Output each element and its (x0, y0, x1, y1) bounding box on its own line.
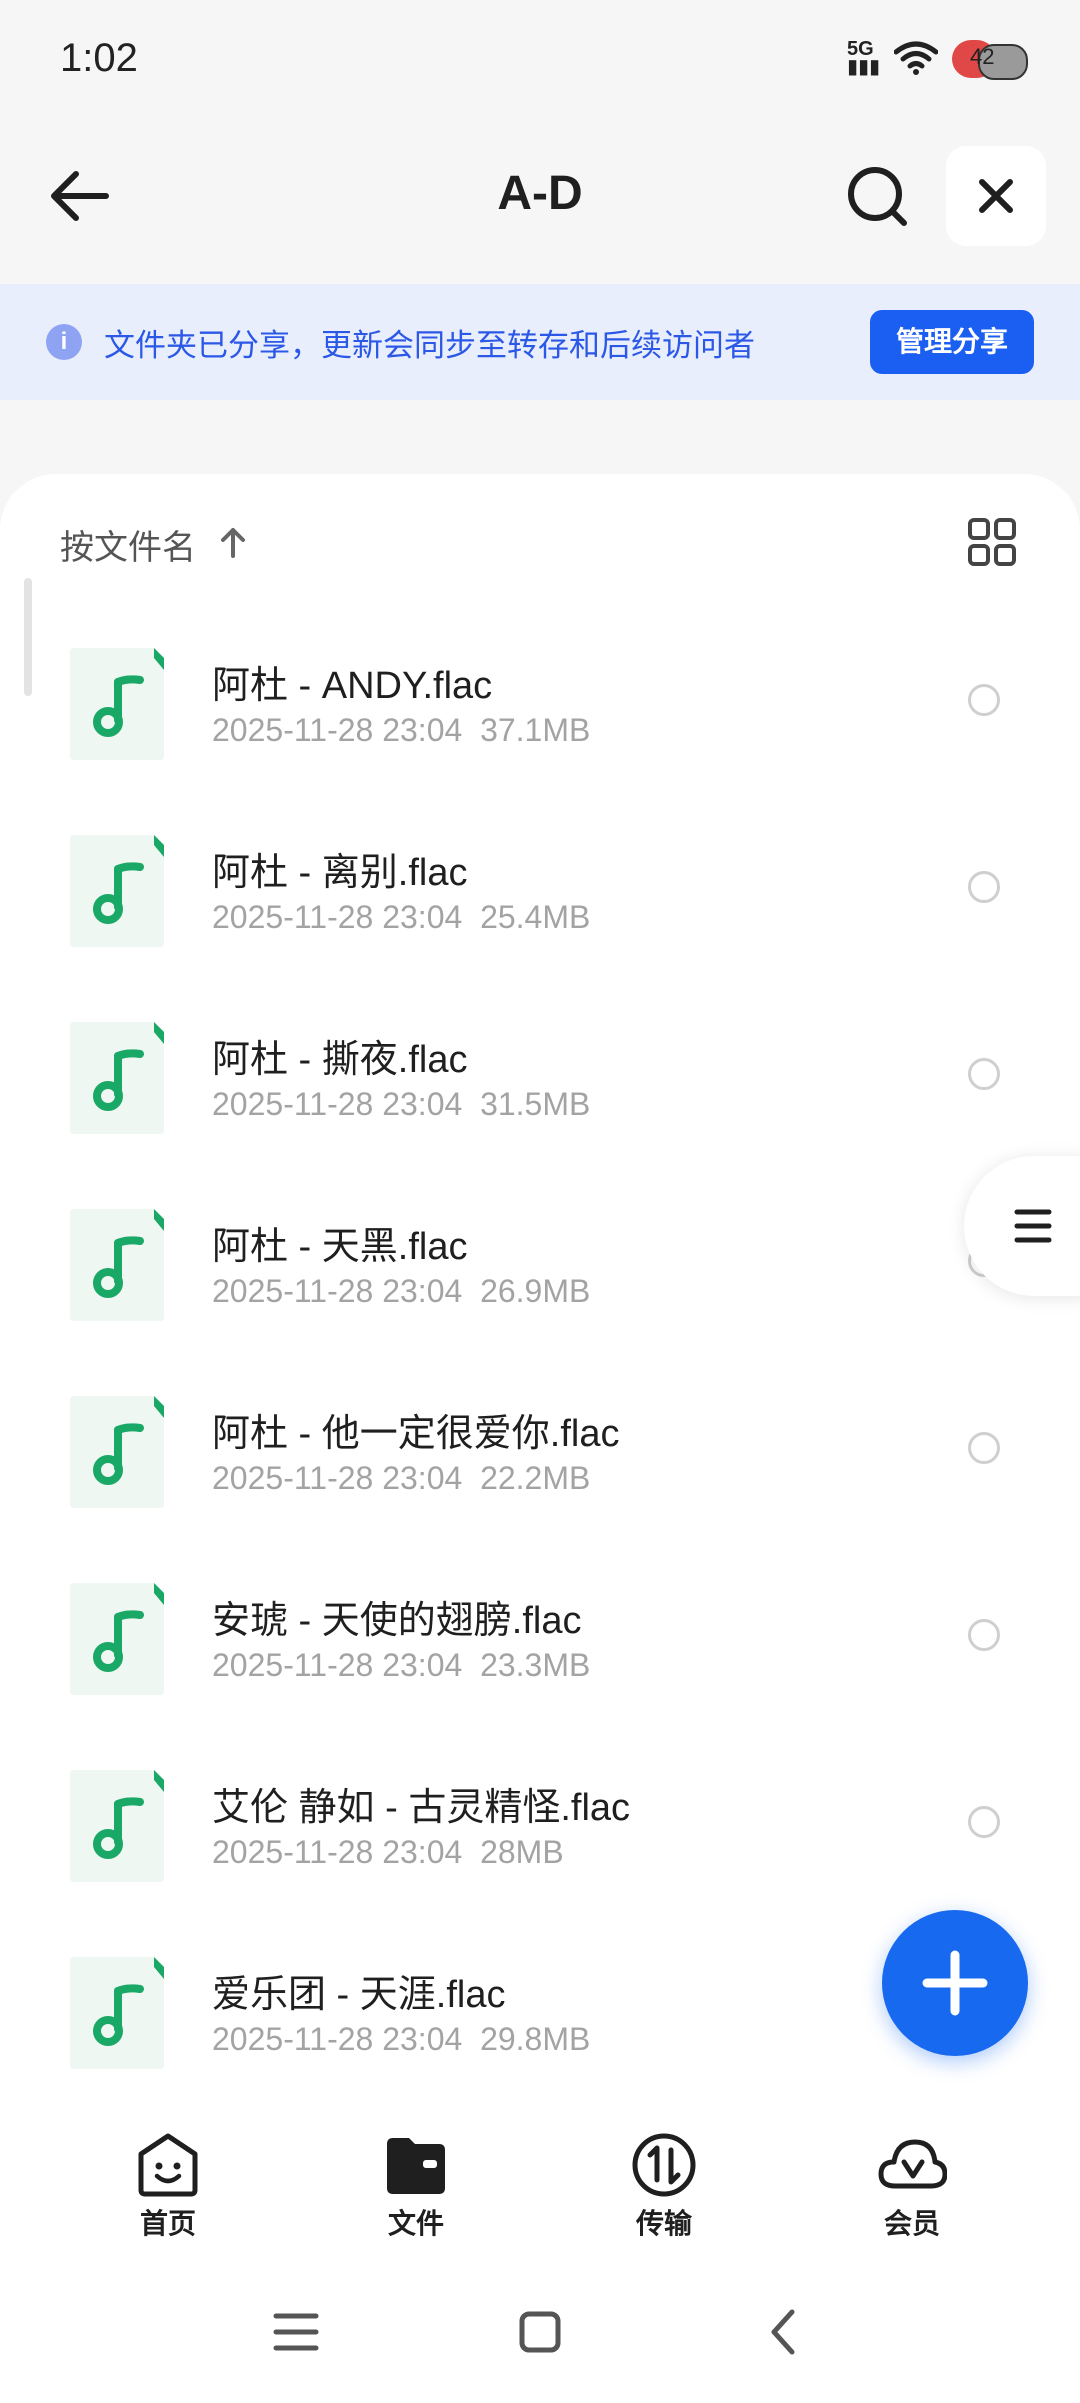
select-checkbox[interactable] (968, 1432, 1000, 1464)
select-checkbox[interactable] (968, 1619, 1000, 1651)
music-file-icon (66, 1018, 168, 1136)
tab-transfer-label: 传输 (635, 2208, 692, 2239)
bottom-tab-bar: 首页 文件 传输 会员 (0, 2108, 1080, 2258)
tab-home[interactable]: 首页 (98, 2132, 238, 2242)
file-date: 2025-11-28 23:04 (212, 899, 463, 935)
file-name: 阿杜 - 天黑.flac (212, 1226, 468, 1268)
add-button[interactable] (882, 1910, 1028, 2056)
select-checkbox[interactable] (968, 1806, 1000, 1838)
status-time: 1:02 (60, 36, 138, 80)
file-size: 31.5MB (480, 1086, 591, 1122)
page-title: A-D (497, 167, 583, 220)
signal-5g-icon: 5G ▮▮▮ (846, 38, 880, 78)
file-row[interactable]: 阿杜 - 撕夜.flac 2025-11-28 23:04 31.5MB (0, 996, 1080, 1183)
file-name: 阿杜 - 撕夜.flac (212, 1039, 468, 1081)
file-date: 2025-11-28 23:04 (212, 2021, 463, 2057)
folder-icon (387, 2138, 445, 2194)
file-row[interactable]: 阿杜 - 天黑.flac 2025-11-28 23:04 26.9MB (0, 1183, 1080, 1370)
file-size: 37.1MB (480, 712, 591, 748)
file-row[interactable]: 阿杜 - 他一定很爱你.flac 2025-11-28 23:04 22.2MB (0, 1370, 1080, 1557)
menu-lines-icon (1014, 1209, 1052, 1243)
wifi-icon (894, 41, 938, 75)
file-name: 阿杜 - 离别.flac (212, 852, 468, 894)
file-meta: 2025-11-28 23:04 37.1MB (212, 712, 590, 749)
music-file-icon (66, 644, 168, 762)
music-file-icon (66, 1766, 168, 1884)
file-name: 阿杜 - ANDY.flac (212, 665, 493, 707)
back-chevron-icon[interactable] (754, 2302, 814, 2362)
manage-share-button[interactable]: 管理分享 (870, 310, 1034, 374)
status-bar: 1:02 5G ▮▮▮ 42 (0, 0, 1080, 120)
share-banner-text: 文件夹已分享，更新会同步至转存和后续访问者 (104, 328, 755, 363)
music-file-icon (66, 1579, 168, 1697)
file-size: 23.3MB (480, 1647, 591, 1683)
tab-files-label: 文件 (387, 2208, 444, 2239)
music-file-icon (66, 831, 168, 949)
file-size: 28MB (480, 1834, 564, 1870)
file-date: 2025-11-28 23:04 (212, 712, 463, 748)
file-list: 阿杜 - ANDY.flac 2025-11-28 23:04 37.1MB 阿杜 … (0, 622, 1080, 2108)
close-button[interactable] (946, 146, 1046, 246)
search-button[interactable] (838, 158, 918, 234)
file-panel: 按文件名 阿杜 - ANDY.flac 2025-11-28 23:04 37.1… (0, 474, 1080, 2108)
file-date: 2025-11-28 23:04 (212, 1086, 463, 1122)
sort-by-name-button[interactable]: 按文件名 (60, 520, 196, 569)
close-icon (979, 179, 1013, 213)
smile-face-icon (138, 2133, 198, 2197)
file-meta: 2025-11-28 23:04 31.5MB (212, 1086, 590, 1123)
file-size: 25.4MB (480, 899, 591, 935)
select-checkbox[interactable] (968, 1058, 1000, 1090)
file-row[interactable]: 安琥 - 天使的翅膀.flac 2025-11-28 23:04 23.3MB (0, 1557, 1080, 1744)
file-date: 2025-11-28 23:04 (212, 1834, 463, 1870)
music-file-icon (66, 1392, 168, 1510)
file-meta: 2025-11-28 23:04 29.8MB (212, 2021, 590, 2058)
file-row[interactable]: 阿杜 - 离别.flac 2025-11-28 23:04 25.4MB (0, 809, 1080, 996)
home-square-icon[interactable] (510, 2302, 570, 2362)
search-icon (848, 167, 907, 226)
file-name: 阿杜 - 他一定很爱你.flac (212, 1413, 620, 1455)
file-name: 爱乐团 - 天涯.flac (212, 1974, 506, 2016)
system-nav-bar (0, 2258, 1080, 2403)
tab-vip-label: 会员 (883, 2208, 940, 2239)
battery-icon: 42 (952, 38, 1028, 80)
music-file-icon (66, 1953, 168, 2071)
file-row[interactable]: 艾伦 静如 - 古灵精怪.flac 2025-11-28 23:04 28MB (0, 1744, 1080, 1931)
grid-view-icon[interactable] (966, 516, 1018, 568)
file-date: 2025-11-28 23:04 (212, 1460, 463, 1496)
arrow-up-icon[interactable] (216, 522, 250, 562)
recent-apps-icon[interactable] (266, 2302, 326, 2362)
file-meta: 2025-11-28 23:04 25.4MB (212, 899, 590, 936)
file-meta: 2025-11-28 23:04 28MB (212, 1834, 564, 1871)
file-size: 29.8MB (480, 2021, 591, 2057)
select-checkbox[interactable] (968, 871, 1000, 903)
file-date: 2025-11-28 23:04 (212, 1273, 463, 1309)
file-size: 26.9MB (480, 1273, 591, 1309)
file-name: 艾伦 静如 - 古灵精怪.flac (212, 1787, 631, 1829)
nav-bar: A-D (0, 140, 1080, 252)
tab-transfer[interactable]: 传输 (594, 2132, 734, 2242)
plus-icon (922, 1950, 988, 2016)
tab-files[interactable]: 文件 (346, 2132, 486, 2242)
file-meta: 2025-11-28 23:04 23.3MB (212, 1647, 590, 1684)
file-meta: 2025-11-28 23:04 26.9MB (212, 1273, 590, 1310)
select-checkbox[interactable] (968, 684, 1000, 716)
info-icon: i (46, 324, 82, 360)
music-file-icon (66, 1205, 168, 1323)
file-date: 2025-11-28 23:04 (212, 1647, 463, 1683)
share-banner: i 文件夹已分享，更新会同步至转存和后续访问者 管理分享 (0, 284, 1080, 400)
file-name: 安琥 - 天使的翅膀.flac (212, 1600, 582, 1642)
file-size: 22.2MB (480, 1460, 591, 1496)
status-icons: 5G ▮▮▮ 42 (846, 38, 1028, 80)
cloud-vip-icon (878, 2139, 947, 2189)
transfer-icon (632, 2133, 696, 2197)
tab-home-label: 首页 (139, 2208, 196, 2239)
file-meta: 2025-11-28 23:04 22.2MB (212, 1460, 590, 1497)
tab-vip[interactable]: 会员 (842, 2132, 982, 2242)
file-row[interactable]: 阿杜 - ANDY.flac 2025-11-28 23:04 37.1MB (0, 622, 1080, 809)
